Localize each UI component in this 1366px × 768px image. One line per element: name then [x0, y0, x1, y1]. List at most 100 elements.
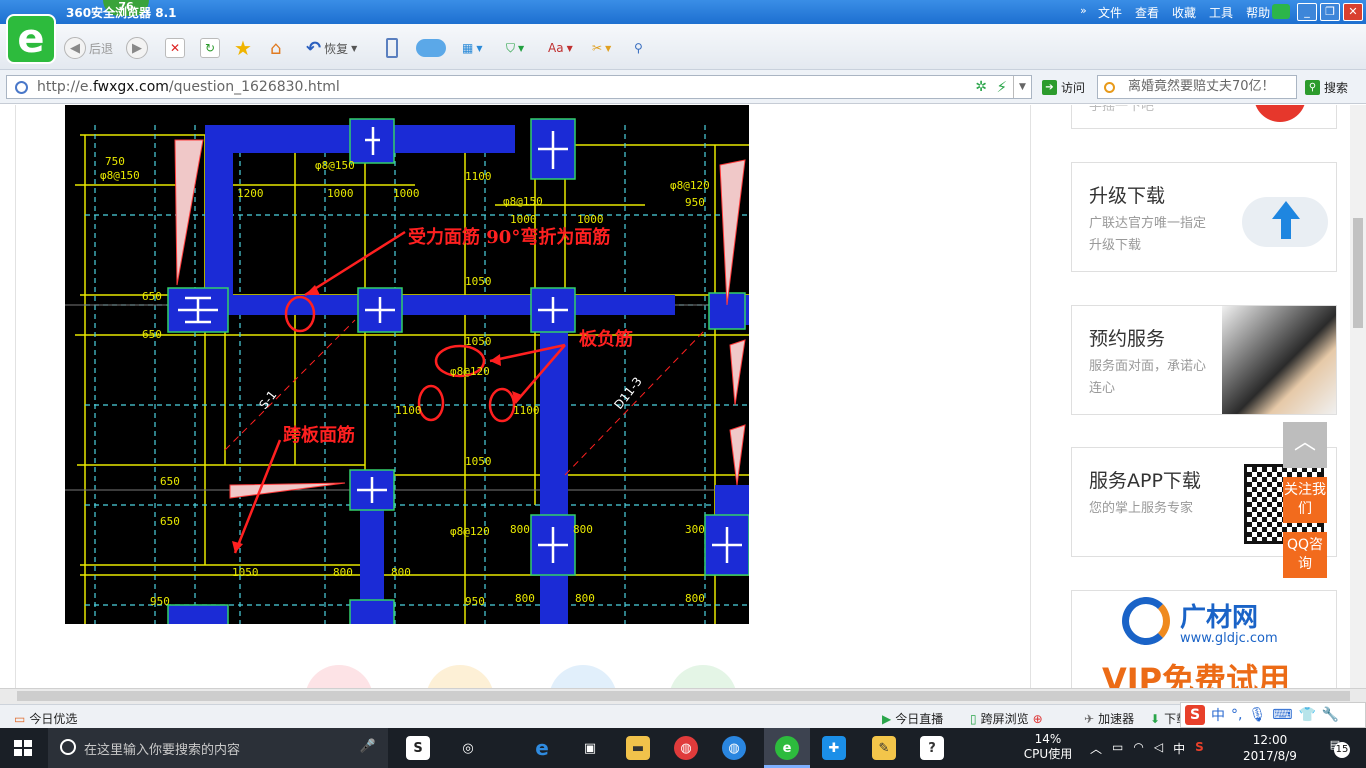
forward-arrow-icon: ▶	[126, 37, 148, 59]
keyboard-icon[interactable]: ⌨	[1272, 707, 1292, 723]
taskbar-app-3-icon[interactable]: ◍	[674, 736, 698, 760]
minimize-button[interactable]: _	[1297, 3, 1317, 21]
forward-button[interactable]: ▶	[126, 36, 148, 60]
stop-button[interactable]: ✕	[165, 36, 185, 60]
clock[interactable]: 12:00 2017/8/9	[1240, 732, 1300, 764]
taskbar-search[interactable]: 在这里输入你要搜索的内容 🎤	[48, 728, 388, 768]
card-appointment[interactable]: 预约服务 服务面对面，承诺心连心	[1071, 305, 1337, 415]
vertical-scrollbar[interactable]	[1350, 105, 1366, 688]
security-shield-icon[interactable]: ⛉ ▼	[506, 36, 524, 60]
speed-mode-icon[interactable]: ⚡	[996, 78, 1007, 96]
translate-icon[interactable]: Aa ▼	[548, 36, 573, 60]
store-icon[interactable]: ▣	[578, 736, 602, 760]
search-input[interactable]: 离婚竟然要赔丈夫70亿！	[1097, 75, 1297, 99]
today-picks[interactable]: ▭ 今日优选	[14, 710, 77, 727]
app-title: 360安全浏览器 8.1	[66, 6, 177, 20]
restore-button[interactable]: ❐	[1320, 3, 1340, 21]
card-shake[interactable]: 手摇一下吧	[1071, 105, 1337, 129]
menu-bar: 文件 查看 收藏 工具 帮助	[1098, 4, 1270, 21]
zoom-icon[interactable]: ⚲	[634, 36, 643, 60]
apps-icon[interactable]: ▦ ▼	[462, 36, 483, 60]
edge-icon[interactable]: e	[530, 736, 554, 760]
card-upgrade-download[interactable]: 升级下载 广联达官方唯一指定升级下载	[1071, 162, 1337, 272]
url-field[interactable]: http://e. fwxgx.com/question_1626830.html…	[6, 75, 1032, 99]
browser-logo-icon[interactable]: e	[6, 14, 56, 64]
taskbar-app-4-icon[interactable]: ◍	[722, 736, 746, 760]
taskbar-app-5-icon[interactable]: ✚	[822, 736, 846, 760]
sogou-tray-icon[interactable]: S	[1195, 740, 1204, 757]
taskbar-app-2-icon[interactable]: ◎	[456, 736, 480, 760]
secure-icon[interactable]: ✲	[975, 79, 987, 95]
cpu-usage[interactable]: 14% CPU使用	[1020, 732, 1076, 762]
wifi-icon[interactable]: ◠	[1133, 740, 1143, 757]
svg-text:φ8@150: φ8@150	[503, 195, 543, 208]
ime-toolbar[interactable]: S 中 °, 🎙 ⌨ 👕 🔧	[1180, 702, 1366, 728]
svg-text:300: 300	[685, 523, 705, 536]
battery-icon[interactable]: ▭	[1112, 740, 1123, 757]
action-circle-more[interactable]	[669, 665, 737, 688]
menu-file[interactable]: 文件	[1098, 4, 1122, 21]
cross-screen[interactable]: ▯ 跨屏浏览 ⊕	[970, 710, 1043, 727]
taskbar-active-browser[interactable]: e	[764, 728, 810, 768]
svg-text:750: 750	[105, 155, 125, 168]
follow-us-button[interactable]: 关注我们	[1283, 477, 1327, 523]
menu-tools[interactable]: 工具	[1209, 4, 1233, 21]
svg-text:650: 650	[142, 290, 162, 303]
action-circle-like[interactable]	[305, 665, 373, 688]
back-button[interactable]: ◀ 后退	[64, 36, 113, 60]
svg-text:800: 800	[391, 566, 411, 579]
content-divider	[1030, 105, 1031, 688]
windows-start-icon[interactable]	[14, 740, 32, 756]
vertical-scroll-thumb[interactable]	[1353, 218, 1363, 328]
phone-icon[interactable]	[386, 36, 398, 60]
cortana-icon	[60, 739, 76, 755]
volume-icon[interactable]: ◁	[1154, 740, 1163, 757]
skin-shirt-icon[interactable]: 👕	[1298, 707, 1315, 723]
menu-view[interactable]: 查看	[1135, 4, 1159, 21]
refresh-button[interactable]: ↻	[200, 36, 220, 60]
menu-expand-icon[interactable]: »	[1080, 4, 1087, 17]
action-circle-share[interactable]	[549, 665, 617, 688]
cloud-icon[interactable]	[416, 36, 446, 60]
file-explorer-icon[interactable]: ▬	[626, 736, 650, 760]
taskbar-app-1-icon[interactable]: S	[406, 736, 430, 760]
back-to-top-button[interactable]: ︿	[1283, 422, 1327, 468]
search-button[interactable]: ⚲ 搜索	[1305, 79, 1348, 96]
accelerator[interactable]: ✈ 加速器	[1084, 710, 1134, 727]
screenshot-icon[interactable]: ✂ ▼	[592, 36, 611, 60]
card-ad-gldjc[interactable]: 广材网 www.gldjc.com VIP免费试用	[1071, 590, 1337, 688]
annotation-span-bar: 跨板面筋	[283, 424, 355, 446]
address-bar: http://e. fwxgx.com/question_1626830.html…	[0, 70, 1366, 104]
notification-center[interactable]: ▤ 15	[1322, 738, 1350, 758]
horizontal-scrollbar[interactable]	[0, 688, 1366, 704]
favorite-star-icon[interactable]: ★	[234, 36, 252, 60]
tray-expand-icon[interactable]: ︿	[1090, 740, 1102, 757]
svg-text:950: 950	[685, 196, 705, 209]
svg-text:1000: 1000	[510, 213, 537, 226]
qq-consult-button[interactable]: QQ咨询	[1283, 532, 1327, 578]
url-dropdown-icon[interactable]: ▼	[1013, 76, 1031, 98]
mic-icon[interactable]: 🎙	[1248, 707, 1266, 723]
wrench-icon[interactable]: 🔧	[1322, 707, 1339, 723]
today-live[interactable]: ▶ 今日直播	[882, 710, 943, 727]
skin-icon[interactable]	[1272, 4, 1290, 19]
gift-icon: ▭	[14, 711, 26, 726]
action-circle-favorite[interactable]	[426, 665, 494, 688]
home-icon[interactable]: ⌂	[270, 36, 281, 60]
close-button[interactable]: ✕	[1343, 3, 1363, 21]
visit-button[interactable]: ➔ 访问	[1042, 79, 1085, 96]
restore-tabs-button[interactable]: ↶ 恢复 ▼	[306, 36, 357, 60]
search-engine-icon[interactable]	[1104, 82, 1115, 93]
menu-help[interactable]: 帮助	[1246, 4, 1270, 21]
punct-icon[interactable]: °,	[1231, 707, 1242, 723]
taskbar-app-7-icon[interactable]: ?	[920, 736, 944, 760]
ime-indicator[interactable]: 中	[1173, 740, 1185, 757]
taskbar-app-6-icon[interactable]: ✎	[872, 736, 896, 760]
microphone-icon[interactable]: 🎤	[360, 739, 376, 754]
undo-icon: ↶	[306, 37, 322, 59]
horizontal-scroll-thumb[interactable]	[17, 691, 1350, 701]
globe-icon	[15, 81, 28, 94]
menu-favorites[interactable]: 收藏	[1172, 4, 1196, 21]
svg-text:650: 650	[142, 328, 162, 341]
svg-text:φ8@120: φ8@120	[450, 365, 490, 378]
